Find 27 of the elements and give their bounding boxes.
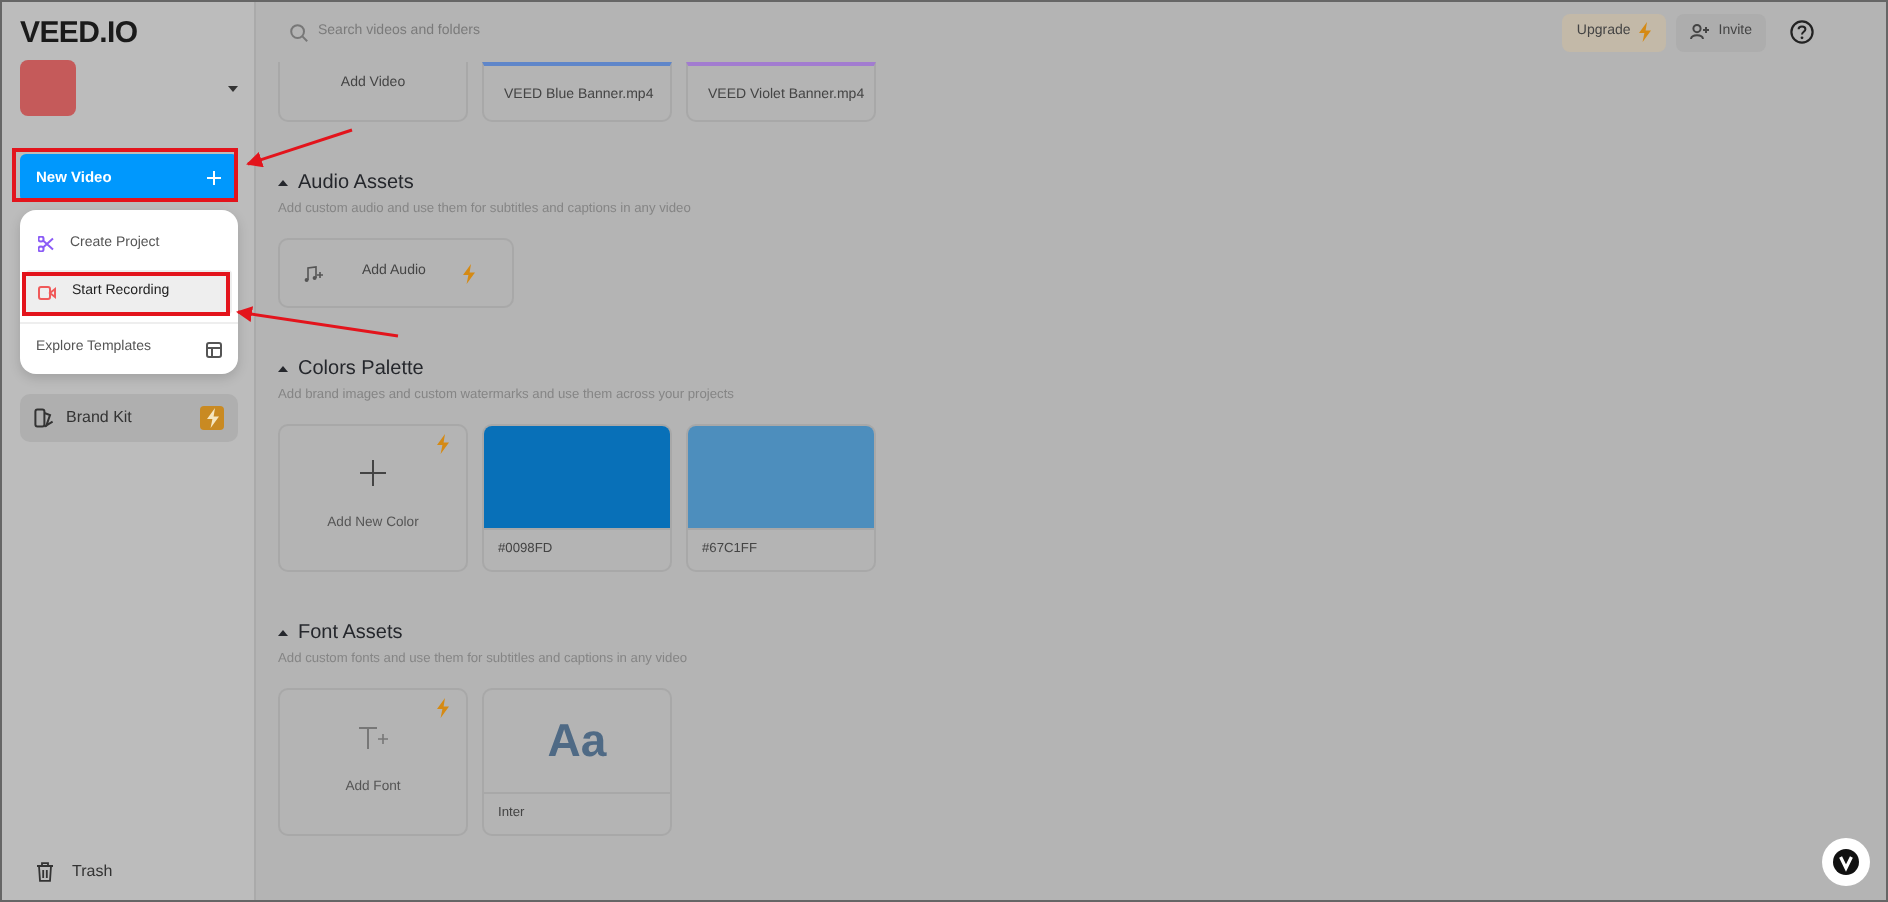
video-camera-icon	[38, 285, 56, 299]
section-title: Colors Palette	[298, 355, 424, 383]
help-icon[interactable]	[1790, 20, 1814, 44]
music-note-icon	[304, 265, 326, 281]
sidebar-item[interactable]: Brand Kit	[20, 394, 238, 442]
annotation-arrow	[246, 128, 353, 168]
plus-icon	[360, 460, 386, 487]
lightning-icon	[1638, 22, 1653, 42]
lightning-icon	[205, 408, 219, 428]
plus-icon	[206, 170, 222, 186]
scissors-icon	[38, 236, 54, 252]
logo[interactable]: VEED.IO	[20, 16, 238, 52]
template-icon	[206, 341, 222, 357]
collapse-caret-icon[interactable]	[278, 629, 288, 635]
trash-icon	[36, 862, 54, 882]
add-user-icon	[1690, 24, 1711, 40]
collapse-caret-icon[interactable]	[278, 365, 288, 371]
search-icon	[290, 23, 308, 41]
brand-kit-icon	[34, 408, 54, 428]
text-plus-icon	[357, 725, 389, 750]
trash-link[interactable]: Trash	[20, 860, 238, 884]
chat-icon[interactable]	[1822, 838, 1870, 886]
collapse-caret-icon[interactable]	[278, 179, 288, 185]
section-title: Audio Assets	[298, 169, 414, 197]
section-title: Font Assets	[298, 619, 403, 647]
caret-icon[interactable]	[228, 85, 238, 91]
font-sample: Aa	[547, 712, 607, 771]
